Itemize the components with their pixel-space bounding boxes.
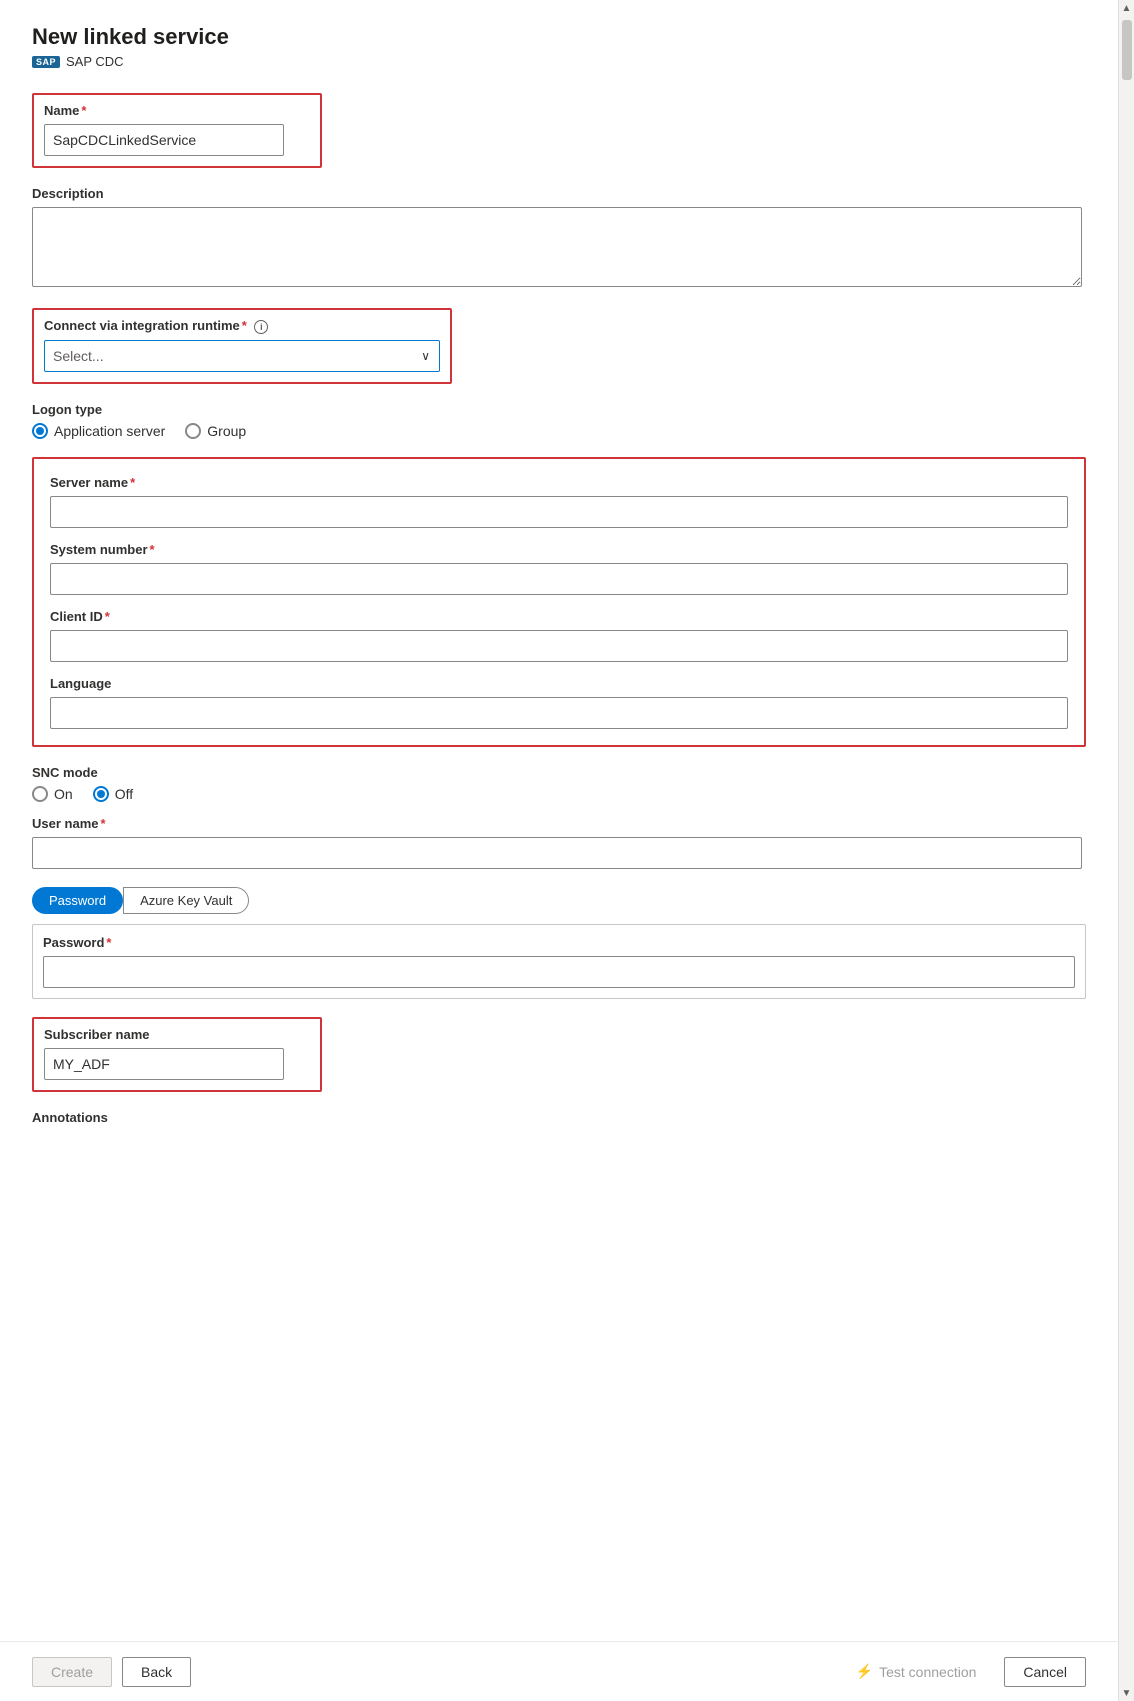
- tab-group: Password Azure Key Vault: [32, 887, 1086, 914]
- test-connection-label: Test connection: [879, 1664, 976, 1680]
- client-id-label: Client ID*: [50, 609, 1068, 624]
- snc-off-label: Off: [115, 786, 133, 802]
- description-section: Description: [32, 186, 1086, 290]
- logon-group-radio[interactable]: [185, 423, 201, 439]
- system-number-input[interactable]: [50, 563, 1068, 595]
- logon-group-label: Group: [207, 423, 246, 439]
- snc-on-option[interactable]: On: [32, 786, 73, 802]
- username-input[interactable]: [32, 837, 1082, 869]
- scrollbar-thumb[interactable]: [1122, 20, 1132, 80]
- annotations-section: Annotations: [32, 1110, 1086, 1125]
- name-field-section: Name*: [32, 93, 322, 168]
- description-textarea[interactable]: [32, 207, 1082, 287]
- scrollbar-up-arrow[interactable]: ▲: [1119, 0, 1134, 16]
- description-label: Description: [32, 186, 1086, 201]
- server-name-input[interactable]: [50, 496, 1068, 528]
- snc-off-option[interactable]: Off: [93, 786, 133, 802]
- password-input[interactable]: [43, 956, 1075, 988]
- subtitle-text: SAP CDC: [66, 54, 124, 69]
- logon-type-section: Logon type Application server Group: [32, 402, 1086, 439]
- username-section: User name*: [32, 816, 1086, 869]
- cancel-button[interactable]: Cancel: [1004, 1657, 1086, 1687]
- subscriber-name-label: Subscriber name: [44, 1027, 310, 1042]
- snc-mode-label: SNC mode: [32, 765, 1086, 780]
- snc-mode-radio-group: On Off: [32, 786, 1086, 802]
- scrollbar[interactable]: ▲ ▼: [1118, 0, 1134, 1701]
- runtime-label: Connect via integration runtime* i: [44, 318, 440, 334]
- logon-application-server-label: Application server: [54, 423, 165, 439]
- logon-type-radio-group: Application server Group: [32, 423, 1086, 439]
- footer: Create Back ⚡ Test connection Cancel: [0, 1641, 1118, 1701]
- credential-tabs: Password Azure Key Vault: [32, 887, 1086, 914]
- password-label: Password*: [43, 935, 1075, 950]
- test-connection-button[interactable]: ⚡ Test connection: [838, 1657, 995, 1686]
- logon-type-label: Logon type: [32, 402, 1086, 417]
- test-connection-icon: ⚡: [856, 1663, 873, 1680]
- language-input[interactable]: [50, 697, 1068, 729]
- tab-azure-key-vault[interactable]: Azure Key Vault: [123, 887, 249, 914]
- scrollbar-down-arrow[interactable]: ▼: [1119, 1685, 1134, 1701]
- snc-off-radio[interactable]: [93, 786, 109, 802]
- server-fields-section: Server name* System number* Client ID* L…: [32, 457, 1086, 747]
- tab-password[interactable]: Password: [32, 887, 123, 914]
- server-name-label: Server name*: [50, 475, 1068, 490]
- create-button[interactable]: Create: [32, 1657, 112, 1687]
- footer-right: ⚡ Test connection Cancel: [838, 1657, 1086, 1687]
- language-group: Language: [50, 676, 1068, 729]
- runtime-info-icon[interactable]: i: [254, 320, 268, 334]
- snc-on-radio[interactable]: [32, 786, 48, 802]
- runtime-field-section: Connect via integration runtime* i Selec…: [32, 308, 452, 384]
- language-label: Language: [50, 676, 1068, 691]
- annotations-label: Annotations: [32, 1110, 1086, 1125]
- server-name-group: Server name*: [50, 475, 1068, 528]
- client-id-group: Client ID*: [50, 609, 1068, 662]
- back-button[interactable]: Back: [122, 1657, 191, 1687]
- name-label: Name*: [44, 103, 310, 118]
- logon-group-option[interactable]: Group: [185, 423, 246, 439]
- client-id-input[interactable]: [50, 630, 1068, 662]
- sap-badge: SAP: [32, 56, 60, 68]
- name-input[interactable]: [44, 124, 284, 156]
- username-label: User name*: [32, 816, 1086, 831]
- system-number-group: System number*: [50, 542, 1068, 595]
- password-section: Password*: [32, 924, 1086, 999]
- page-title: New linked service: [32, 24, 1086, 50]
- snc-mode-section: SNC mode On Off: [32, 765, 1086, 802]
- logon-application-server-radio[interactable]: [32, 423, 48, 439]
- logon-application-server-option[interactable]: Application server: [32, 423, 165, 439]
- snc-on-label: On: [54, 786, 73, 802]
- runtime-select[interactable]: Select...: [44, 340, 440, 372]
- subscriber-name-section: Subscriber name: [32, 1017, 322, 1092]
- subscriber-name-input[interactable]: [44, 1048, 284, 1080]
- system-number-label: System number*: [50, 542, 1068, 557]
- page-subtitle: SAP SAP CDC: [32, 54, 1086, 69]
- runtime-select-container: Select... ∨: [44, 340, 440, 372]
